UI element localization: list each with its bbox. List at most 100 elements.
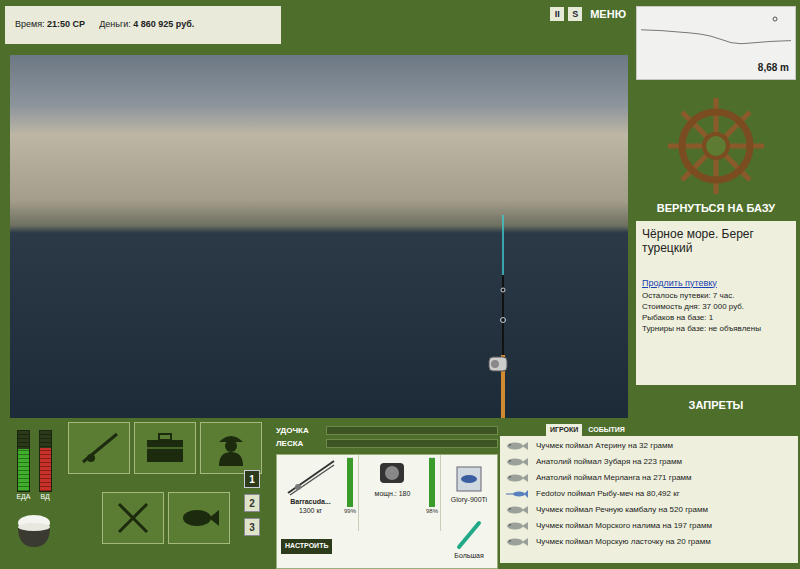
slot-button[interactable]: 3 xyxy=(244,518,260,536)
game-screen: Время: 21:50 СР Деньги: 4 860 925 руб. II S… xyxy=(0,0,800,569)
action-tile[interactable] xyxy=(200,422,262,474)
gear-card[interactable]: Большая xyxy=(441,512,497,569)
fish-icon xyxy=(506,521,528,531)
action-tile[interactable] xyxy=(68,422,130,474)
fish-icon xyxy=(506,537,528,547)
condition-reading: 99% xyxy=(344,507,356,516)
pot-icon[interactable] xyxy=(12,507,56,551)
configure-button[interactable]: НАСТРОИТЬ xyxy=(281,539,332,554)
swordfish-icon xyxy=(506,489,528,499)
feed-text: Чучмек поймал Морскую ласточку на 20 гра… xyxy=(536,536,711,548)
gear-card[interactable]: Glory-900Ti xyxy=(441,455,497,512)
feed-tabs: ИГРОКИСОБЫТИЯ xyxy=(500,424,798,436)
toolbar-button[interactable]: S xyxy=(568,7,582,21)
gear-info: мощн.: 180 xyxy=(361,457,424,529)
meter-label: ЕДА xyxy=(16,492,30,501)
feed-item: Анатолий поймал Зубаря на 223 грамм xyxy=(506,454,792,470)
need-meter: ВД xyxy=(39,430,52,501)
feed-item: Чучмек поймал Речную камбалу на 520 грам… xyxy=(506,502,792,518)
fish-icon xyxy=(506,505,528,515)
meter-label: ВД xyxy=(40,492,49,501)
condition-fill xyxy=(429,458,435,507)
gear-name: Barracuda... xyxy=(290,497,330,506)
slot-buttons: 1 2 3 xyxy=(244,470,260,544)
gear-row: Barracuda...1300 кг 99% мощн.: 180 98% xyxy=(277,455,441,531)
rod-and-reel: Barracuda...1300 кг 99% мощн.: 180 98% НАСТР… xyxy=(277,455,441,568)
location-title: Чёрное море. Берег турецкий xyxy=(642,227,790,255)
condition: 98% xyxy=(426,457,438,529)
time-field: Время: 21:50 СР xyxy=(15,18,85,32)
toolbar-button[interactable]: II xyxy=(550,7,564,21)
slot-button[interactable]: 2 xyxy=(244,494,260,512)
gear-cards: Barracuda...1300 кг 99% мощн.: 180 98% НАСТР… xyxy=(276,454,498,569)
upper-area: Время: 21:50 СР Деньги: 4 860 925 руб. II S… xyxy=(0,0,800,420)
condition-track xyxy=(347,457,353,507)
depth-chart: 8,68 m xyxy=(636,6,796,80)
fish-icon xyxy=(506,473,528,483)
return-to-base-button[interactable]: ВЕРНУТЬСЯ НА БАЗУ xyxy=(657,200,775,217)
top-buttons: II S МЕНЮ xyxy=(550,6,626,23)
tension-label: ЛЕСКА xyxy=(276,438,322,450)
bottom-area: ЕДАВД123УДОЧКАЛЕСКАBarracuda...1300 кг99… xyxy=(0,420,800,569)
fishing-rod-icon xyxy=(485,215,515,418)
meter-track xyxy=(39,430,52,492)
menu-button[interactable]: МЕНЮ xyxy=(590,6,626,23)
feed-text: Анатолий поймал Зубаря на 223 грамм xyxy=(536,456,682,468)
lure-column: Glory-900Ti Большая xyxy=(441,455,497,568)
lure-image-icon xyxy=(451,463,487,495)
bans-button[interactable]: ЗАПРЕТЫ xyxy=(689,397,744,414)
action-tile[interactable] xyxy=(168,492,230,544)
info-line: Турниры на базе: не объявлены xyxy=(642,323,790,334)
feed-text: Чучмек поймал Морского налима на 197 гра… xyxy=(536,520,712,532)
feed-text: Чучмек поймал Атерину на 32 грамм xyxy=(536,440,673,452)
info-line: Рыбаков на базе: 1 xyxy=(642,312,790,323)
tile-row: 123 xyxy=(68,492,262,544)
action-tile[interactable] xyxy=(134,422,196,474)
feed-item: Чучмек поймал Морского налима на 197 гра… xyxy=(506,518,792,534)
fisherman-icon xyxy=(209,430,253,466)
left-controls: ЕДА ВД 1 2 3 xyxy=(0,420,276,569)
right-panel: 8,68 m ВЕРНУТЬСЯ НА БАЗУ Чёрное море. Бере… xyxy=(632,0,800,420)
meter-segments xyxy=(40,431,51,491)
money-field: Деньги: 4 860 925 руб. xyxy=(99,18,194,32)
feed-text: Чучмек поймал Речную камбалу на 520 грам… xyxy=(536,504,708,516)
gear-card[interactable]: мощн.: 180 98% xyxy=(359,455,441,531)
feed-list: Чучмек поймал Атерину на 32 грамм Анатоли… xyxy=(500,436,798,563)
gear-detail: мощн.: 180 xyxy=(375,489,411,498)
fish-icon xyxy=(506,441,528,451)
fish-icon xyxy=(506,457,528,467)
action-tile[interactable] xyxy=(102,492,164,544)
extend-link[interactable]: Продлить путевку xyxy=(642,277,790,291)
fork-knife-icon xyxy=(111,500,155,536)
feed-item: Чучмек поймал Атерину на 32 грамм xyxy=(506,438,792,454)
fish-catch-icon xyxy=(177,500,221,536)
meters: ЕДА ВД xyxy=(16,430,51,501)
feed-item: Анатолий поймал Мерланга на 271 грамм xyxy=(506,470,792,486)
slot-button[interactable]: 1 xyxy=(244,470,260,488)
feed-text: Анатолий поймал Мерланга на 271 грамм xyxy=(536,472,692,484)
condition: 99% xyxy=(344,457,356,529)
action-grid: 1 2 3 xyxy=(68,420,262,569)
feed-tab[interactable]: СОБЫТИЯ xyxy=(584,424,629,436)
need-meter: ЕДА xyxy=(16,430,30,501)
tension-row: ЛЕСКА xyxy=(276,437,498,450)
depth-reading: 8,68 m xyxy=(758,60,789,75)
top-bar: Время: 21:50 СР Деньги: 4 860 925 руб. II S… xyxy=(0,0,632,55)
gear-card[interactable]: Barracuda...1300 кг 99% xyxy=(277,455,359,531)
rod-image-icon xyxy=(284,457,336,497)
tile-row xyxy=(68,422,262,474)
rod-icon xyxy=(77,430,121,466)
ship-wheel-icon[interactable] xyxy=(664,94,768,198)
info-line: Стоимость дня: 37 000 руб. xyxy=(642,301,790,312)
main-column: Время: 21:50 СР Деньги: 4 860 925 руб. II S… xyxy=(0,0,632,420)
gear-detail: 1300 кг xyxy=(299,506,322,515)
status-box: Время: 21:50 СР Деньги: 4 860 925 руб. xyxy=(5,6,281,44)
info-line: Осталось путевки: 7 час. xyxy=(642,290,790,301)
gear-name: Большая xyxy=(454,551,483,560)
tackle-box-icon xyxy=(143,430,187,466)
feed-panel: ИГРОКИСОБЫТИЯЧучмек поймал Атерину на 32… xyxy=(500,420,798,569)
feed-tab[interactable]: ИГРОКИ xyxy=(546,424,582,436)
meter-track xyxy=(17,430,30,492)
feed-item: Чучмек поймал Морскую ласточку на 20 гра… xyxy=(506,534,792,550)
base-info: Чёрное море. Берег турецкий Продлить путе… xyxy=(636,221,796,385)
